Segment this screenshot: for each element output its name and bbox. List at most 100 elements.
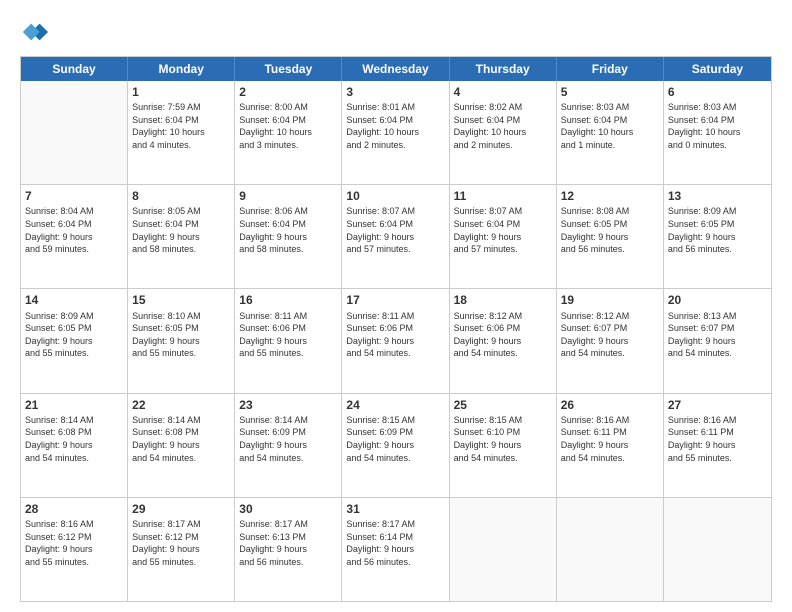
- calendar-cell: 3Sunrise: 8:01 AM Sunset: 6:04 PM Daylig…: [342, 81, 449, 184]
- cell-info: Sunrise: 8:14 AM Sunset: 6:08 PM Dayligh…: [25, 414, 123, 464]
- day-number: 19: [561, 292, 659, 308]
- calendar-cell: 4Sunrise: 8:02 AM Sunset: 6:04 PM Daylig…: [450, 81, 557, 184]
- cell-info: Sunrise: 8:09 AM Sunset: 6:05 PM Dayligh…: [668, 205, 767, 255]
- calendar-cell: 7Sunrise: 8:04 AM Sunset: 6:04 PM Daylig…: [21, 185, 128, 288]
- day-number: 16: [239, 292, 337, 308]
- day-number: 8: [132, 188, 230, 204]
- day-number: 21: [25, 397, 123, 413]
- calendar-cell: 6Sunrise: 8:03 AM Sunset: 6:04 PM Daylig…: [664, 81, 771, 184]
- cell-info: Sunrise: 7:59 AM Sunset: 6:04 PM Dayligh…: [132, 101, 230, 151]
- calendar-cell: 15 Sunrise: 8:10 AM Sunset: 6:05 PM Dayli…: [128, 289, 235, 392]
- logo: [20, 18, 50, 46]
- day-number: 4: [454, 84, 552, 100]
- calendar-cell: 2Sunrise: 8:00 AM Sunset: 6:04 PM Daylig…: [235, 81, 342, 184]
- cell-info: Sunrise: 8:12 AM Sunset: 6:07 PM Dayligh…: [561, 310, 659, 360]
- day-number: 5: [561, 84, 659, 100]
- calendar-row-3: 21Sunrise: 8:14 AM Sunset: 6:08 PM Dayli…: [21, 394, 771, 498]
- header-friday: Friday: [557, 57, 664, 81]
- day-number: 20: [668, 292, 767, 308]
- cell-info: Sunrise: 8:01 AM Sunset: 6:04 PM Dayligh…: [346, 101, 444, 151]
- day-number: 31: [346, 501, 444, 517]
- calendar-cell: [557, 498, 664, 601]
- cell-info: Sunrise: 8:07 AM Sunset: 6:04 PM Dayligh…: [346, 205, 444, 255]
- calendar-cell: 25Sunrise: 8:15 AM Sunset: 6:10 PM Dayli…: [450, 394, 557, 497]
- calendar-header: Sunday Monday Tuesday Wednesday Thursday…: [21, 57, 771, 81]
- cell-info: Sunrise: 8:07 AM Sunset: 6:04 PM Dayligh…: [454, 205, 552, 255]
- day-number: 28: [25, 501, 123, 517]
- calendar-cell: 18Sunrise: 8:12 AM Sunset: 6:06 PM Dayli…: [450, 289, 557, 392]
- calendar-cell: 17 Sunrise: 8:11 AM Sunset: 6:06 PM Dayli…: [342, 289, 449, 392]
- calendar-cell: 28Sunrise: 8:16 AM Sunset: 6:12 PM Dayli…: [21, 498, 128, 601]
- calendar-row-1: 7Sunrise: 8:04 AM Sunset: 6:04 PM Daylig…: [21, 185, 771, 289]
- calendar-cell: [21, 81, 128, 184]
- calendar-cell: 21Sunrise: 8:14 AM Sunset: 6:08 PM Dayli…: [21, 394, 128, 497]
- calendar-cell: [664, 498, 771, 601]
- day-number: 3: [346, 84, 444, 100]
- day-number: 30: [239, 501, 337, 517]
- day-number: 22: [132, 397, 230, 413]
- cell-info: Sunrise: 8:15 AM Sunset: 6:10 PM Dayligh…: [454, 414, 552, 464]
- calendar-cell: 30Sunrise: 8:17 AM Sunset: 6:13 PM Dayli…: [235, 498, 342, 601]
- day-number: 27: [668, 397, 767, 413]
- calendar-cell: 14 Sunrise: 8:09 AM Sunset: 6:05 PM Dayli…: [21, 289, 128, 392]
- calendar-cell: 16 Sunrise: 8:11 AM Sunset: 6:06 PM Dayli…: [235, 289, 342, 392]
- cell-info: Sunrise: 8:17 AM Sunset: 6:13 PM Dayligh…: [239, 518, 337, 568]
- calendar: Sunday Monday Tuesday Wednesday Thursday…: [20, 56, 772, 602]
- cell-info: Sunrise: 8:12 AM Sunset: 6:06 PM Dayligh…: [454, 310, 552, 360]
- day-number: 17: [346, 292, 444, 308]
- cell-info: Sunrise: 8:16 AM Sunset: 6:12 PM Dayligh…: [25, 518, 123, 568]
- cell-info: Sunrise: 8:06 AM Sunset: 6:04 PM Dayligh…: [239, 205, 337, 255]
- calendar-cell: 27Sunrise: 8:16 AM Sunset: 6:11 PM Dayli…: [664, 394, 771, 497]
- calendar-cell: 11Sunrise: 8:07 AM Sunset: 6:04 PM Dayli…: [450, 185, 557, 288]
- day-number: 13: [668, 188, 767, 204]
- cell-info: Sunrise: 8:14 AM Sunset: 6:09 PM Dayligh…: [239, 414, 337, 464]
- calendar-row-2: 14 Sunrise: 8:09 AM Sunset: 6:05 PM Dayli…: [21, 289, 771, 393]
- day-number: 24: [346, 397, 444, 413]
- cell-info: Sunrise: 8:08 AM Sunset: 6:05 PM Dayligh…: [561, 205, 659, 255]
- cell-info: Sunrise: 8:15 AM Sunset: 6:09 PM Dayligh…: [346, 414, 444, 464]
- cell-info: Sunrise: 8:10 AM Sunset: 6:05 PM Dayligh…: [132, 310, 230, 360]
- day-number: 26: [561, 397, 659, 413]
- cell-info: Sunrise: 8:11 AM Sunset: 6:06 PM Dayligh…: [346, 310, 444, 360]
- calendar-row-0: 1Sunrise: 7:59 AM Sunset: 6:04 PM Daylig…: [21, 81, 771, 185]
- cell-info: Sunrise: 8:05 AM Sunset: 6:04 PM Dayligh…: [132, 205, 230, 255]
- header-saturday: Saturday: [664, 57, 771, 81]
- calendar-cell: 23Sunrise: 8:14 AM Sunset: 6:09 PM Dayli…: [235, 394, 342, 497]
- day-number: 7: [25, 188, 123, 204]
- day-number: 9: [239, 188, 337, 204]
- page: Sunday Monday Tuesday Wednesday Thursday…: [0, 0, 792, 612]
- day-number: 12: [561, 188, 659, 204]
- cell-info: Sunrise: 8:14 AM Sunset: 6:08 PM Dayligh…: [132, 414, 230, 464]
- cell-info: Sunrise: 8:17 AM Sunset: 6:14 PM Dayligh…: [346, 518, 444, 568]
- header-monday: Monday: [128, 57, 235, 81]
- cell-info: Sunrise: 8:04 AM Sunset: 6:04 PM Dayligh…: [25, 205, 123, 255]
- calendar-cell: 29Sunrise: 8:17 AM Sunset: 6:12 PM Dayli…: [128, 498, 235, 601]
- calendar-cell: 5Sunrise: 8:03 AM Sunset: 6:04 PM Daylig…: [557, 81, 664, 184]
- header-sunday: Sunday: [21, 57, 128, 81]
- day-number: 15: [132, 292, 230, 308]
- cell-info: Sunrise: 8:11 AM Sunset: 6:06 PM Dayligh…: [239, 310, 337, 360]
- day-number: 6: [668, 84, 767, 100]
- calendar-row-4: 28Sunrise: 8:16 AM Sunset: 6:12 PM Dayli…: [21, 498, 771, 601]
- calendar-cell: 31Sunrise: 8:17 AM Sunset: 6:14 PM Dayli…: [342, 498, 449, 601]
- cell-info: Sunrise: 8:03 AM Sunset: 6:04 PM Dayligh…: [561, 101, 659, 151]
- cell-info: Sunrise: 8:16 AM Sunset: 6:11 PM Dayligh…: [668, 414, 767, 464]
- cell-info: Sunrise: 8:16 AM Sunset: 6:11 PM Dayligh…: [561, 414, 659, 464]
- day-number: 10: [346, 188, 444, 204]
- header-tuesday: Tuesday: [235, 57, 342, 81]
- cell-info: Sunrise: 8:00 AM Sunset: 6:04 PM Dayligh…: [239, 101, 337, 151]
- cell-info: Sunrise: 8:13 AM Sunset: 6:07 PM Dayligh…: [668, 310, 767, 360]
- calendar-cell: 19 Sunrise: 8:12 AM Sunset: 6:07 PM Dayli…: [557, 289, 664, 392]
- day-number: 25: [454, 397, 552, 413]
- day-number: 11: [454, 188, 552, 204]
- header-thursday: Thursday: [450, 57, 557, 81]
- calendar-cell: 8Sunrise: 8:05 AM Sunset: 6:04 PM Daylig…: [128, 185, 235, 288]
- calendar-cell: 10Sunrise: 8:07 AM Sunset: 6:04 PM Dayli…: [342, 185, 449, 288]
- header: [20, 18, 772, 46]
- cell-info: Sunrise: 8:03 AM Sunset: 6:04 PM Dayligh…: [668, 101, 767, 151]
- calendar-cell: 12Sunrise: 8:08 AM Sunset: 6:05 PM Dayli…: [557, 185, 664, 288]
- calendar-cell: 20 Sunrise: 8:13 AM Sunset: 6:07 PM Dayli…: [664, 289, 771, 392]
- day-number: 14: [25, 292, 123, 308]
- cell-info: Sunrise: 8:02 AM Sunset: 6:04 PM Dayligh…: [454, 101, 552, 151]
- cell-info: Sunrise: 8:09 AM Sunset: 6:05 PM Dayligh…: [25, 310, 123, 360]
